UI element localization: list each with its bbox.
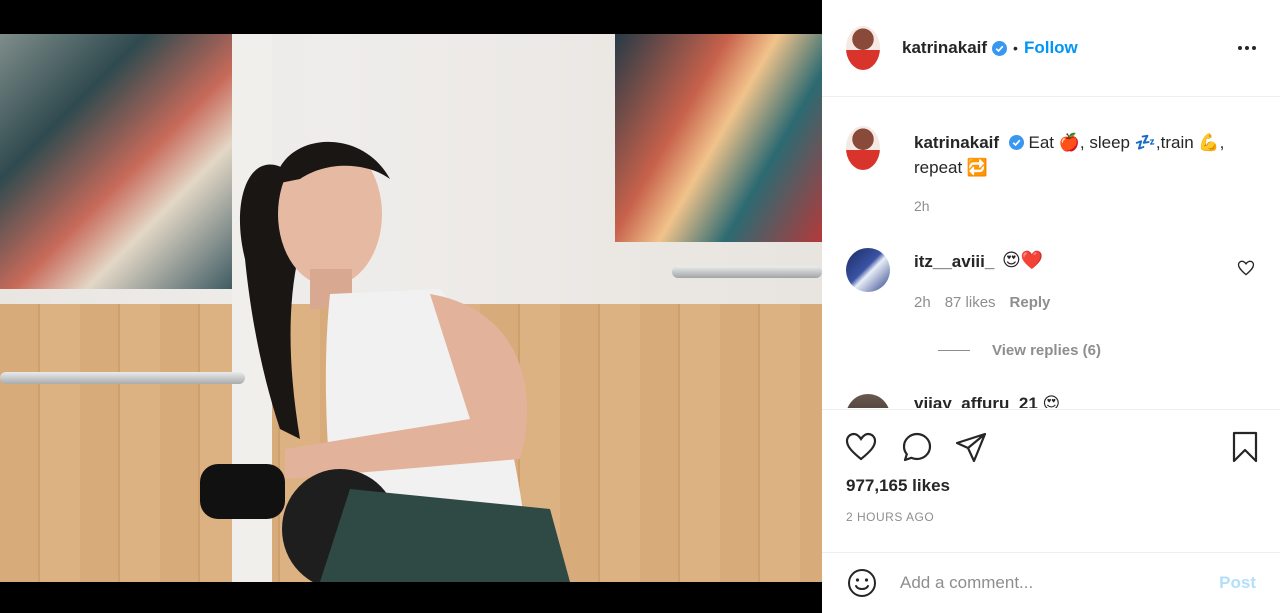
commenter-username[interactable]: itz__aviii_: [914, 252, 994, 272]
emoji-icon[interactable]: [846, 567, 878, 599]
comment-input[interactable]: [900, 573, 1220, 593]
caption-avatar[interactable]: [846, 126, 880, 170]
author-username[interactable]: katrinakaif: [902, 38, 987, 58]
share-icon[interactable]: [954, 430, 988, 464]
verified-badge-icon: [1008, 135, 1024, 150]
caption-time: 2h: [914, 198, 930, 214]
comment-text: 😍❤️: [1002, 250, 1044, 270]
post-photo[interactable]: [0, 34, 822, 582]
caption-text-block: katrinakaif Eat 🍎, sleep 💤,train 💪, repe…: [914, 130, 1244, 180]
reply-button[interactable]: Reply: [1010, 294, 1051, 311]
small-heart-icon[interactable]: [1236, 258, 1256, 278]
comment-meta: 2h 87 likes Reply: [914, 294, 1050, 311]
avatar[interactable]: [846, 26, 880, 70]
verified-badge-icon: [992, 40, 1008, 56]
comment-composer: Post: [822, 552, 1280, 613]
replies-divider: [938, 350, 970, 351]
post-media[interactable]: [0, 0, 822, 613]
likes-count[interactable]: 977,165 likes: [846, 476, 950, 496]
view-replies-button[interactable]: View replies (6): [938, 342, 1101, 359]
instagram-post-modal: katrinakaif • Follow katrinakaif Eat 🍎, …: [0, 0, 1280, 613]
more-options-icon[interactable]: [1238, 46, 1256, 50]
comments-list[interactable]: katrinakaif Eat 🍎, sleep 💤,train 💪, repe…: [822, 98, 1280, 408]
ballet-bar-right: [672, 266, 822, 278]
commenter-avatar[interactable]: [846, 248, 890, 292]
wall-art-right: [615, 34, 822, 242]
comment-time: 2h: [914, 294, 931, 311]
follow-button[interactable]: Follow: [1024, 38, 1078, 58]
bookmark-icon[interactable]: [1228, 430, 1262, 464]
view-replies-label: View replies (6): [992, 342, 1101, 359]
commenter-avatar[interactable]: [846, 394, 890, 408]
post-button[interactable]: Post: [1219, 573, 1256, 593]
comment-likes[interactable]: 87 likes: [945, 294, 996, 311]
comment-icon[interactable]: [900, 430, 934, 464]
post-actions: 977,165 likes 2 HOURS AGO: [822, 409, 1280, 552]
post-timestamp: 2 HOURS AGO: [846, 510, 935, 524]
post-side-panel: katrinakaif • Follow katrinakaif Eat 🍎, …: [822, 0, 1280, 613]
caption-username[interactable]: katrinakaif: [914, 133, 999, 152]
person-figure: [200, 141, 570, 582]
post-header: katrinakaif • Follow: [822, 0, 1280, 97]
commenter-username[interactable]: vijay_affuru_21 😍: [914, 394, 1060, 408]
heart-icon[interactable]: [844, 430, 878, 464]
separator-dot: •: [1013, 40, 1018, 56]
